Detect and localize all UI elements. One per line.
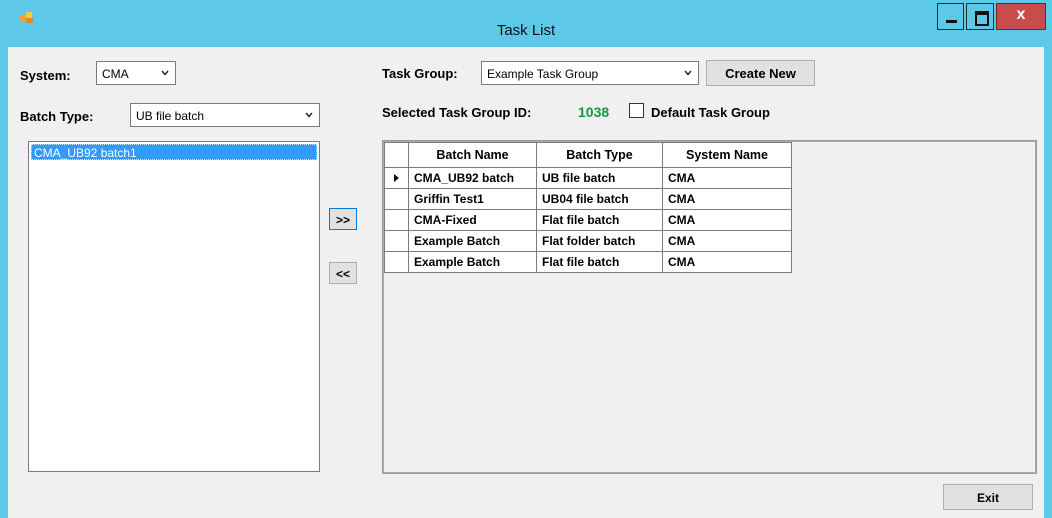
cell-batch-type[interactable]: Flat file batch bbox=[536, 209, 663, 231]
cell-system-name[interactable]: CMA bbox=[662, 209, 792, 231]
grid-body: Batch Name Batch Type System Name CMA_UB… bbox=[384, 142, 1035, 472]
batch-type-select[interactable]: UB file batch bbox=[130, 103, 320, 127]
maximize-icon[interactable] bbox=[966, 3, 994, 30]
cell-batch-type[interactable]: UB file batch bbox=[536, 167, 663, 189]
system-select[interactable]: CMA bbox=[96, 61, 176, 85]
selected-task-group-id-value: 1038 bbox=[578, 104, 610, 120]
column-header-system-name[interactable]: System Name bbox=[662, 142, 792, 168]
task-list-window: Task List x System: CMA Batch Type: UB f… bbox=[0, 0, 1052, 518]
cell-batch-type[interactable]: UB04 file batch bbox=[536, 188, 663, 210]
exit-button[interactable]: Exit bbox=[943, 484, 1033, 510]
column-header-batch-name[interactable]: Batch Name bbox=[408, 142, 537, 168]
chevron-down-icon bbox=[161, 70, 169, 76]
move-left-button[interactable]: << bbox=[329, 262, 357, 284]
default-task-group-label[interactable]: Default Task Group bbox=[651, 105, 770, 120]
cell-batch-name[interactable]: Griffin Test1 bbox=[408, 188, 537, 210]
cell-system-name[interactable]: CMA bbox=[662, 230, 792, 252]
cell-system-name[interactable]: CMA bbox=[662, 251, 792, 273]
table-row[interactable]: Example Batch Flat folder batch CMA bbox=[384, 230, 792, 252]
selected-task-group-id-label: Selected Task Group ID: bbox=[382, 105, 532, 120]
batch-type-label: Batch Type: bbox=[20, 109, 94, 124]
cell-batch-type[interactable]: Flat folder batch bbox=[536, 230, 663, 252]
task-group-select-value: Example Task Group bbox=[487, 67, 599, 81]
move-right-label: >> bbox=[335, 213, 350, 227]
table-row[interactable]: CMA_UB92 batch UB file batch CMA bbox=[384, 167, 792, 189]
table-row[interactable]: CMA-Fixed Flat file batch CMA bbox=[384, 209, 792, 231]
system-label: System: bbox=[20, 68, 71, 83]
system-select-value: CMA bbox=[102, 67, 129, 81]
row-header[interactable] bbox=[384, 188, 409, 210]
row-header[interactable] bbox=[384, 251, 409, 273]
cell-batch-name[interactable]: CMA-Fixed bbox=[408, 209, 537, 231]
default-task-group-checkbox[interactable] bbox=[629, 103, 644, 118]
client-area: System: CMA Batch Type: UB file batch CM… bbox=[8, 47, 1044, 518]
column-header-batch-type[interactable]: Batch Type bbox=[536, 142, 663, 168]
chevron-down-icon bbox=[305, 112, 313, 118]
cell-batch-name[interactable]: CMA_UB92 batch bbox=[408, 167, 537, 189]
grid-corner-header bbox=[384, 142, 409, 168]
cell-batch-type[interactable]: Flat file batch bbox=[536, 251, 663, 273]
table-row[interactable]: Griffin Test1 UB04 file batch CMA bbox=[384, 188, 792, 210]
minimize-icon[interactable] bbox=[937, 3, 964, 30]
cell-batch-name[interactable]: Example Batch bbox=[408, 251, 537, 273]
cell-batch-name[interactable]: Example Batch bbox=[408, 230, 537, 252]
batch-list[interactable]: CMA_UB92 batch1 bbox=[28, 141, 320, 472]
row-header[interactable] bbox=[384, 209, 409, 231]
row-header[interactable] bbox=[384, 230, 409, 252]
cell-system-name[interactable]: CMA bbox=[662, 188, 792, 210]
batch-grid[interactable]: Batch Name Batch Type System Name CMA_UB… bbox=[382, 140, 1037, 474]
cell-system-name[interactable]: CMA bbox=[662, 167, 792, 189]
exit-label: Exit bbox=[976, 491, 999, 505]
close-icon[interactable]: x bbox=[996, 3, 1046, 30]
grid-table: Batch Name Batch Type System Name CMA_UB… bbox=[384, 142, 792, 273]
table-row[interactable]: Example Batch Flat file batch CMA bbox=[384, 251, 792, 273]
row-pointer-icon bbox=[394, 174, 399, 182]
row-header[interactable] bbox=[384, 167, 409, 189]
create-new-label: Create New bbox=[725, 66, 796, 81]
list-item[interactable]: CMA_UB92 batch1 bbox=[31, 144, 317, 160]
title-bar[interactable]: Task List x bbox=[0, 0, 1052, 47]
move-right-button[interactable]: >> bbox=[329, 208, 357, 230]
window-title: Task List bbox=[496, 22, 556, 39]
chevron-down-icon bbox=[684, 70, 692, 76]
batch-type-select-value: UB file batch bbox=[136, 109, 205, 123]
create-new-button[interactable]: Create New bbox=[706, 60, 815, 86]
task-group-label: Task Group: bbox=[382, 66, 458, 81]
move-left-label: << bbox=[335, 267, 350, 281]
task-group-select[interactable]: Example Task Group bbox=[481, 61, 699, 85]
grid-header-row: Batch Name Batch Type System Name bbox=[384, 142, 792, 168]
